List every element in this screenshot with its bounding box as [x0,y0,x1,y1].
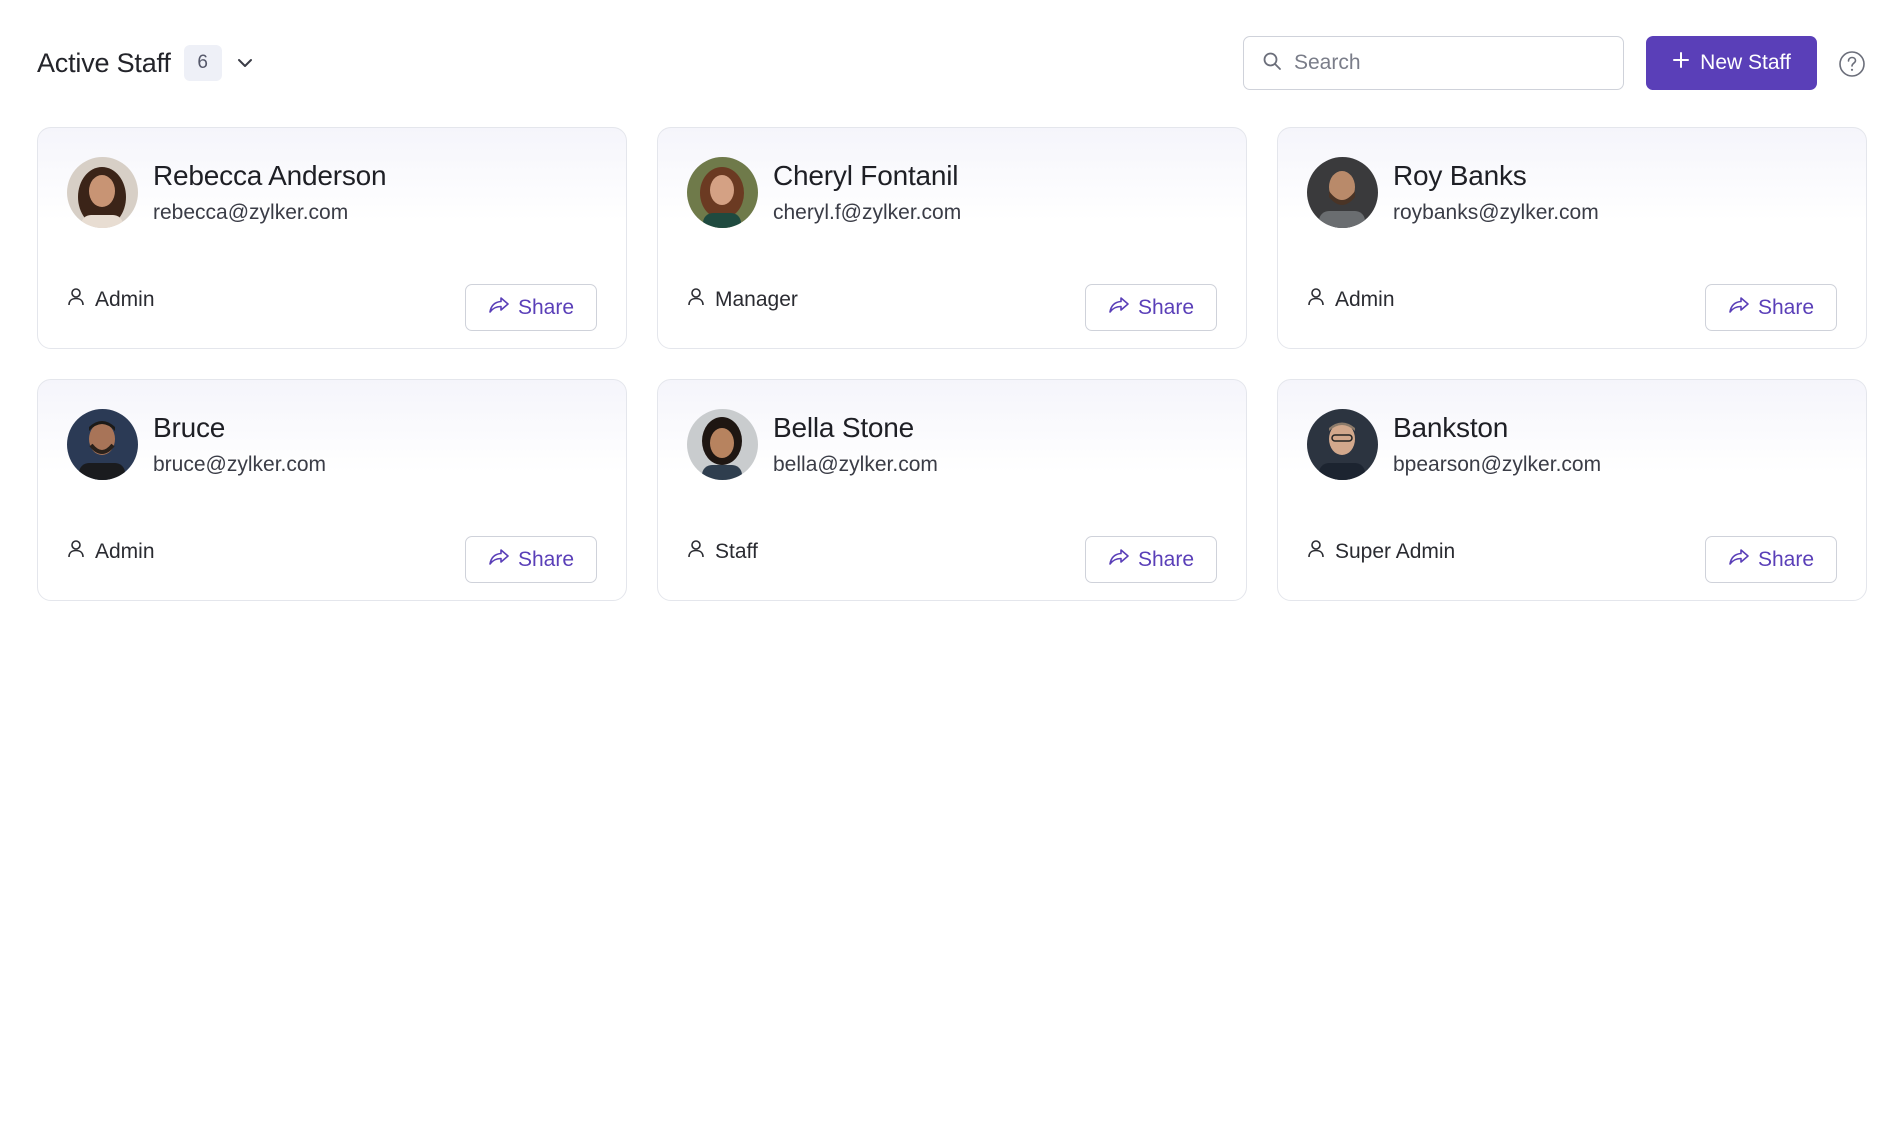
staff-email: rebecca@zylker.com [153,201,349,224]
share-button[interactable]: Share [465,284,597,331]
top-bar: Active Staff 6 New Staff [37,36,1866,90]
share-button[interactable]: Share [1705,536,1837,583]
share-icon [1108,296,1130,320]
staff-card[interactable]: Cheryl Fontanil cheryl.f@zylker.com Mana… [657,127,1247,349]
staff-role: Manager [687,287,798,313]
role-label: Manager [715,288,798,311]
share-icon [1728,548,1750,572]
share-icon [488,296,510,320]
staff-card[interactable]: Bankston bpearson@zylker.com Super Admin… [1277,379,1867,601]
staff-email: roybanks@zylker.com [1393,201,1599,224]
search-input[interactable] [1294,51,1594,75]
avatar [1307,409,1378,480]
user-icon [1307,287,1325,313]
staff-role: Staff [687,539,758,565]
avatar [687,157,758,228]
staff-name: Rebecca Anderson [153,160,387,191]
staff-name: Roy Banks [1393,160,1527,191]
avatar [687,409,758,480]
user-icon [67,539,85,565]
avatar [67,409,138,480]
role-label: Staff [715,540,758,563]
staff-card[interactable]: Roy Banks roybanks@zylker.com Admin Shar… [1277,127,1867,349]
staff-name: Cheryl Fontanil [773,160,959,191]
new-staff-label: New Staff [1700,51,1791,74]
staff-role: Admin [67,539,155,565]
user-icon [687,539,705,565]
role-label: Super Admin [1335,540,1456,563]
share-label: Share [517,547,575,571]
staff-email: cheryl.f@zylker.com [773,201,962,224]
user-icon [1307,539,1325,565]
chevron-down-icon[interactable] [232,50,258,76]
staff-name: Bankston [1393,412,1509,443]
title-group: Active Staff 6 [37,36,258,90]
staff-email: bruce@zylker.com [153,453,327,476]
staff-card[interactable]: Bruce bruce@zylker.com Admin Share [37,379,627,601]
staff-name: Bruce [153,412,226,443]
share-label: Share [1757,295,1815,319]
avatar [1307,157,1378,228]
staff-email: bpearson@zylker.com [1393,453,1602,476]
share-icon [488,548,510,572]
share-button[interactable]: Share [1085,536,1217,583]
share-icon [1728,296,1750,320]
role-label: Admin [95,288,155,311]
search-box[interactable] [1243,36,1624,90]
staff-role: Admin [67,287,155,313]
staff-grid: Rebecca Anderson rebecca@zylker.com Admi… [37,127,1867,601]
staff-name: Bella Stone [773,412,915,443]
role-label: Admin [1335,288,1395,311]
help-icon[interactable] [1838,50,1866,78]
role-label: Admin [95,540,155,563]
share-label: Share [1137,547,1195,571]
page-title: Active Staff [37,47,171,78]
share-label: Share [1757,547,1815,571]
share-icon [1108,548,1130,572]
staff-role: Admin [1307,287,1395,313]
search-icon [1262,51,1282,76]
staff-count-badge: 6 [183,45,222,81]
user-icon [687,287,705,313]
avatar [67,157,138,228]
share-button[interactable]: Share [1085,284,1217,331]
staff-card[interactable]: Bella Stone bella@zylker.com Staff Share [657,379,1247,601]
share-button[interactable]: Share [1705,284,1837,331]
staff-email: bella@zylker.com [773,453,938,476]
new-staff-button[interactable]: New Staff [1646,36,1817,90]
share-button[interactable]: Share [465,536,597,583]
staff-card[interactable]: Rebecca Anderson rebecca@zylker.com Admi… [37,127,627,349]
staff-role: Super Admin [1307,539,1455,565]
plus-icon [1672,51,1690,75]
user-icon [67,287,85,313]
share-label: Share [517,295,575,319]
share-label: Share [1137,295,1195,319]
